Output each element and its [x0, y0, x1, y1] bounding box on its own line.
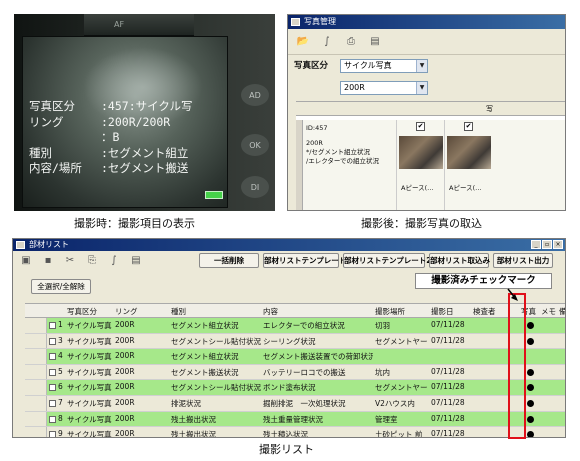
- list-caption: 撮影リスト: [259, 443, 314, 456]
- callout-arrow: [507, 288, 518, 301]
- screenshot-composite: AF 写真区分:457:サイクル写 リング:200R/200R ：B 種別:セグメント…: [0, 0, 580, 461]
